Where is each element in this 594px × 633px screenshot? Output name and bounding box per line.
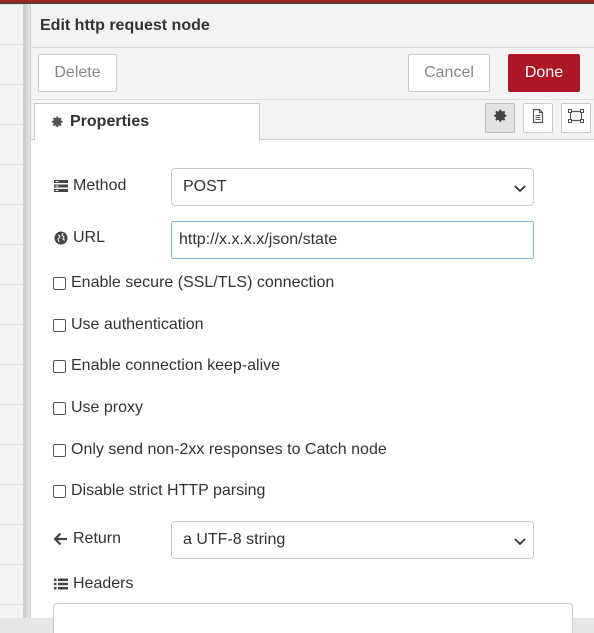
top-accent-line — [0, 0, 594, 2]
url-label-text: URL — [73, 229, 106, 246]
done-button[interactable]: Done — [508, 54, 580, 92]
description-tab-button[interactable] — [523, 103, 553, 133]
chevron-down-icon — [513, 534, 527, 553]
gear-icon — [50, 115, 64, 129]
method-select[interactable]: POST — [171, 168, 534, 206]
appearance-tab-button[interactable] — [561, 103, 591, 133]
proxy-checkbox[interactable] — [53, 401, 66, 415]
authentication-checkbox-row[interactable]: Use authentication — [53, 316, 204, 334]
tray-toolbar: Delete Cancel Done — [31, 48, 594, 100]
keep-alive-checkbox-label: Enable connection keep-alive — [71, 357, 281, 374]
headers-label: Headers — [53, 575, 133, 593]
non-2xx-checkbox-row[interactable]: Only send non-2xx responses to Catch nod… — [53, 441, 387, 459]
keep-alive-checkbox[interactable] — [53, 359, 66, 373]
tab-properties-label: Properties — [70, 113, 150, 130]
proxy-checkbox-row[interactable]: Use proxy — [53, 399, 143, 417]
edit-tray: Edit http request node Delete Cancel Don… — [30, 4, 594, 633]
method-select-value: POST — [183, 178, 227, 195]
delete-button[interactable]: Delete — [38, 54, 117, 92]
url-label: URL — [53, 229, 105, 247]
return-select[interactable]: a UTF-8 string — [171, 521, 534, 559]
method-label-text: Method — [73, 177, 127, 194]
appearance-icon — [567, 108, 585, 129]
proxy-checkbox-label: Use proxy — [71, 399, 144, 416]
properties-panel: Method POST URL Enable secure (SSL/TLS) … — [31, 140, 594, 633]
tray-title: Edit http request node — [40, 16, 210, 34]
ssl-checkbox-row[interactable]: Enable secure (SSL/TLS) connection — [53, 274, 334, 292]
method-label: Method — [53, 177, 126, 195]
non-2xx-checkbox-label: Only send non-2xx responses to Catch nod… — [71, 441, 387, 458]
return-select-value: a UTF-8 string — [183, 531, 286, 548]
tab-properties[interactable]: Properties — [34, 103, 260, 141]
gear-icon — [492, 108, 508, 129]
cancel-button[interactable]: Cancel — [408, 54, 490, 92]
return-label: Return — [53, 530, 121, 548]
headers-list[interactable] — [53, 603, 573, 633]
tray-header: Edit http request node — [31, 4, 594, 48]
list-icon — [53, 577, 69, 591]
ssl-checkbox[interactable] — [53, 276, 66, 290]
strict-http-checkbox-label: Disable strict HTTP parsing — [71, 482, 266, 499]
authentication-checkbox-label: Use authentication — [71, 316, 204, 333]
strict-http-checkbox[interactable] — [53, 484, 66, 498]
headers-label-text: Headers — [73, 575, 134, 592]
tasks-icon — [53, 179, 69, 193]
globe-icon — [53, 231, 69, 245]
url-input[interactable] — [171, 221, 534, 259]
arrow-left-icon — [53, 532, 69, 546]
strict-http-checkbox-row[interactable]: Disable strict HTTP parsing — [53, 482, 265, 500]
return-label-text: Return — [73, 530, 122, 547]
non-2xx-checkbox[interactable] — [53, 443, 66, 457]
chevron-down-icon — [513, 181, 527, 200]
ssl-checkbox-label: Enable secure (SSL/TLS) connection — [71, 274, 335, 291]
keep-alive-checkbox-row[interactable]: Enable connection keep-alive — [53, 357, 280, 375]
tab-bar: Properties — [31, 100, 594, 141]
authentication-checkbox[interactable] — [53, 318, 66, 332]
workspace-grid[interactable] — [0, 4, 24, 618]
description-icon — [530, 108, 546, 129]
settings-tab-button[interactable] — [485, 103, 515, 133]
